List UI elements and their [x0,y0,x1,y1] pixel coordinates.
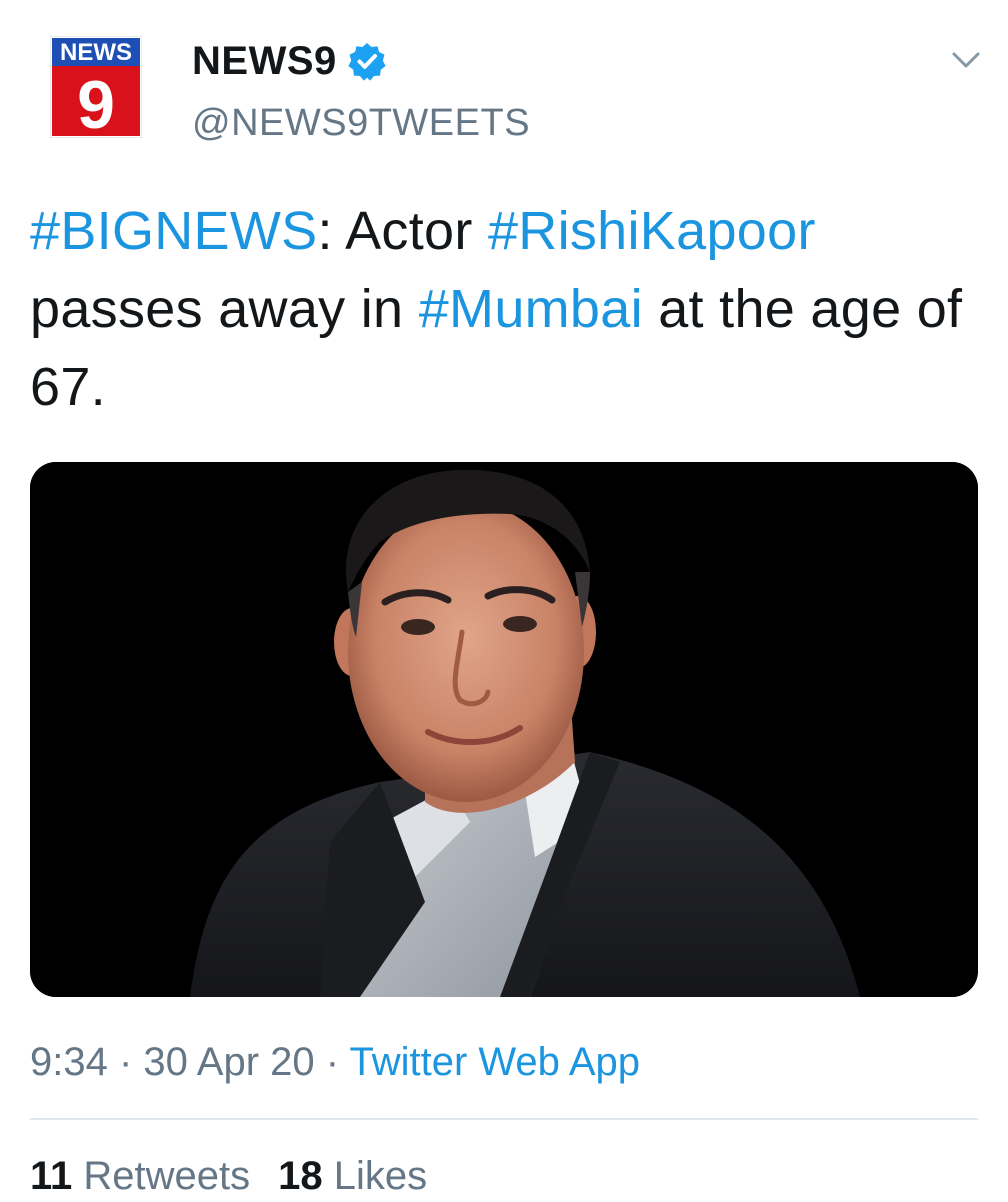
news9-logo-icon: NEWS 9 [50,36,142,138]
verified-badge-icon [347,41,387,81]
likes-stat[interactable]: 18 Likes [278,1154,427,1198]
likes-label: Likes [333,1154,428,1198]
hashtag-bignews[interactable]: #BIGNEWS [30,201,317,261]
tweet-menu-button[interactable] [948,44,984,76]
retweets-label: Retweets [83,1154,251,1198]
divider [30,1118,978,1120]
retweets-stat[interactable]: 11 Retweets [30,1154,250,1198]
chevron-down-icon [952,52,980,68]
tweet-stats: 11 Retweets 18 Likes [30,1150,455,1202]
tweet-date[interactable]: 30 Apr 20 [143,1040,314,1084]
tweet-time[interactable]: 9:34 [30,1040,108,1084]
tweet-text-segment: : Actor [317,201,488,261]
avatar[interactable]: NEWS 9 [50,36,142,138]
avatar-logo-text: NEWS [60,39,132,66]
user-handle[interactable]: @NEWS9TWEETS [192,100,530,146]
meta-separator: · [107,1040,144,1084]
tweet-card: NEWS 9 NEWS9 @NEWS9TWEETS #BIGNEWS: Acto… [0,0,1008,1200]
tweet-timestamp: 9:34 · 30 Apr 20 · Twitter Web App [30,1036,640,1088]
avatar-logo-number: 9 [77,67,115,138]
hashtag-rishikapoor[interactable]: #RishiKapoor [488,201,816,261]
portrait-photo [30,462,978,997]
tweet-photo[interactable] [30,462,978,997]
hashtag-mumbai[interactable]: #Mumbai [419,279,643,339]
retweets-count: 11 [30,1154,73,1198]
meta-separator: · [314,1040,350,1084]
display-name[interactable]: NEWS9 [192,38,387,84]
likes-count: 18 [278,1154,323,1198]
tweet-text: #BIGNEWS: Actor #RishiKapoor passes away… [30,192,980,426]
display-name-text: NEWS9 [192,39,337,83]
tweet-text-segment: passes away in [30,279,419,339]
tweet-source-link[interactable]: Twitter Web App [349,1040,640,1084]
